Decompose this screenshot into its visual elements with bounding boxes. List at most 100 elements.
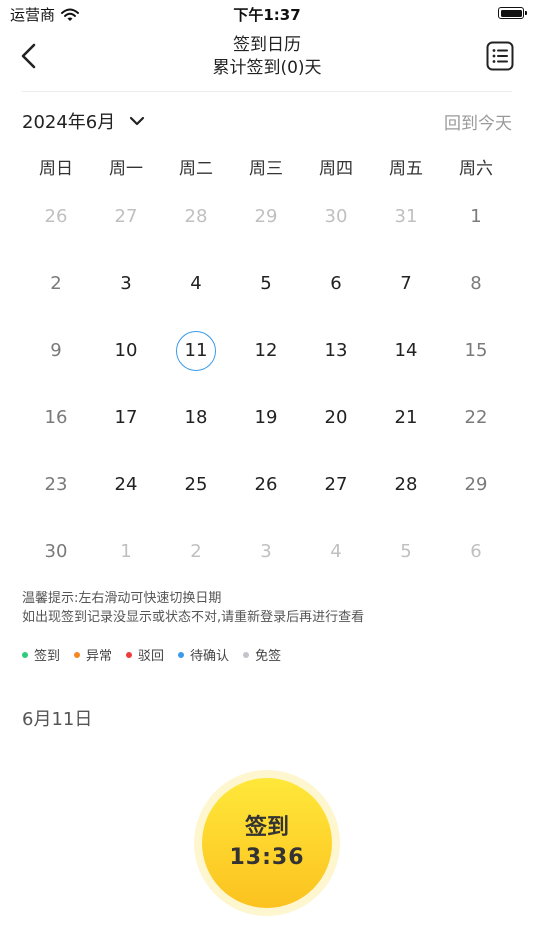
back-to-today-button[interactable]: 回到今天 [444, 109, 512, 134]
calendar-day[interactable]: 24 [91, 451, 161, 518]
calendar-day[interactable]: 12 [231, 317, 301, 384]
day-number: 29 [464, 474, 488, 495]
battery-icon [498, 7, 527, 19]
calendar-day[interactable]: 25 [161, 451, 231, 518]
day-number: 3 [120, 273, 132, 294]
day-number: 29 [254, 206, 278, 227]
page-subtitle: 累计签到(0)天 [212, 58, 322, 78]
legend-label: 驳回 [138, 649, 165, 664]
weekday-header: 周日 周一 周二 周三 周四 周五 周六 [21, 154, 511, 179]
day-number: 15 [464, 340, 488, 361]
month-row: 2024年6月 回到今天 [22, 108, 512, 136]
chevron-down-icon [130, 116, 145, 126]
calendar-day-outside-month[interactable]: 30 [301, 183, 371, 250]
legend-item-checked-in: 签到 [22, 645, 60, 664]
calendar-day[interactable]: 11 [161, 317, 231, 384]
day-number: 30 [324, 206, 348, 227]
day-number: 10 [114, 340, 138, 361]
calendar-day-outside-month[interactable]: 26 [21, 183, 91, 250]
legend-item-abnormal: 异常 [74, 645, 112, 664]
calendar-day[interactable]: 3 [91, 250, 161, 317]
calendar-day[interactable]: 15 [441, 317, 511, 384]
calendar-day[interactable]: 9 [21, 317, 91, 384]
calendar-day-outside-month[interactable]: 2 [161, 518, 231, 585]
weekday-fri: 周五 [389, 159, 423, 179]
day-number: 2 [190, 541, 202, 562]
calendar-day-outside-month[interactable]: 27 [91, 183, 161, 250]
status-time: 下午1:37 [233, 6, 301, 24]
legend-label: 异常 [86, 649, 113, 664]
calendar-day[interactable]: 30 [21, 518, 91, 585]
day-number: 5 [260, 273, 272, 294]
calendar-day[interactable]: 5 [231, 250, 301, 317]
day-number: 24 [114, 474, 138, 495]
calendar-day[interactable]: 7 [371, 250, 441, 317]
day-number: 26 [44, 206, 68, 227]
calendar-grid: 26 27 28 29 30 31 1 2 3 4 5 6 7 8 9 10 11 12 13 14 15 16 17 18 1… [21, 183, 511, 585]
calendar-day[interactable]: 19 [231, 384, 301, 451]
month-label: 2024年6月 [22, 112, 116, 133]
tip-line-1: 温馨提示:左右滑动可快速切换日期 [22, 591, 222, 606]
day-number: 8 [470, 273, 482, 294]
legend-dot [126, 651, 133, 658]
day-number: 19 [254, 407, 278, 428]
calendar-day[interactable]: 1 [441, 183, 511, 250]
nav-bar: 签到日历 累计签到(0)天 [0, 28, 534, 92]
calendar-day[interactable]: 22 [441, 384, 511, 451]
legend-item-pending: 待确认 [178, 645, 229, 664]
weekday-tue: 周二 [179, 159, 213, 179]
legend-dot [243, 651, 250, 658]
calendar-day-outside-month[interactable]: 3 [231, 518, 301, 585]
day-number: 13 [324, 340, 348, 361]
day-number: 9 [50, 340, 62, 361]
day-number: 3 [260, 541, 272, 562]
calendar-day-outside-month[interactable]: 6 [441, 518, 511, 585]
calendar-day[interactable]: 21 [371, 384, 441, 451]
day-number: 31 [394, 206, 418, 227]
calendar-day[interactable]: 26 [231, 451, 301, 518]
checkin-time: 13:36 [229, 845, 305, 870]
calendar-day-outside-month[interactable]: 28 [161, 183, 231, 250]
calendar-day[interactable]: 28 [371, 451, 441, 518]
calendar-day[interactable]: 20 [301, 384, 371, 451]
weekday-sat: 周六 [459, 159, 493, 179]
day-number: 27 [114, 206, 138, 227]
day-number: 21 [394, 407, 418, 428]
calendar-day[interactable]: 18 [161, 384, 231, 451]
day-number: 6 [470, 541, 482, 562]
day-number: 11 [176, 330, 216, 371]
day-number: 16 [44, 407, 68, 428]
calendar-day[interactable]: 8 [441, 250, 511, 317]
checkin-button[interactable]: 签到 13:36 [202, 778, 332, 908]
day-number: 20 [324, 407, 348, 428]
calendar-day-outside-month[interactable]: 31 [371, 183, 441, 250]
month-picker[interactable]: 2024年6月 [22, 108, 145, 134]
calendar-day[interactable]: 10 [91, 317, 161, 384]
calendar-day[interactable]: 16 [21, 384, 91, 451]
calendar-day[interactable]: 29 [441, 451, 511, 518]
day-number: 30 [44, 541, 68, 562]
legend-dot [178, 651, 185, 658]
tip-line-2: 如出现签到记录没显示或状态不对,请重新登录后再进行查看 [22, 610, 365, 625]
day-number: 25 [184, 474, 208, 495]
calendar-day[interactable]: 13 [301, 317, 371, 384]
calendar-day-outside-month[interactable]: 4 [301, 518, 371, 585]
legend-label: 签到 [34, 649, 61, 664]
legend-label: 免签 [255, 649, 282, 664]
calendar-day[interactable]: 27 [301, 451, 371, 518]
calendar-day[interactable]: 23 [21, 451, 91, 518]
nav-divider [22, 91, 512, 92]
page-title: 签到日历 [233, 35, 301, 55]
calendar-day-outside-month[interactable]: 1 [91, 518, 161, 585]
day-number: 17 [114, 407, 138, 428]
calendar-day[interactable]: 6 [301, 250, 371, 317]
calendar-day-outside-month[interactable]: 5 [371, 518, 441, 585]
calendar-day[interactable]: 14 [371, 317, 441, 384]
calendar-day-outside-month[interactable]: 29 [231, 183, 301, 250]
calendar-day[interactable]: 2 [21, 250, 91, 317]
day-number: 28 [394, 474, 418, 495]
records-list-button[interactable] [486, 41, 514, 71]
calendar-day[interactable]: 17 [91, 384, 161, 451]
legend-label: 待确认 [190, 649, 230, 664]
calendar-day[interactable]: 4 [161, 250, 231, 317]
